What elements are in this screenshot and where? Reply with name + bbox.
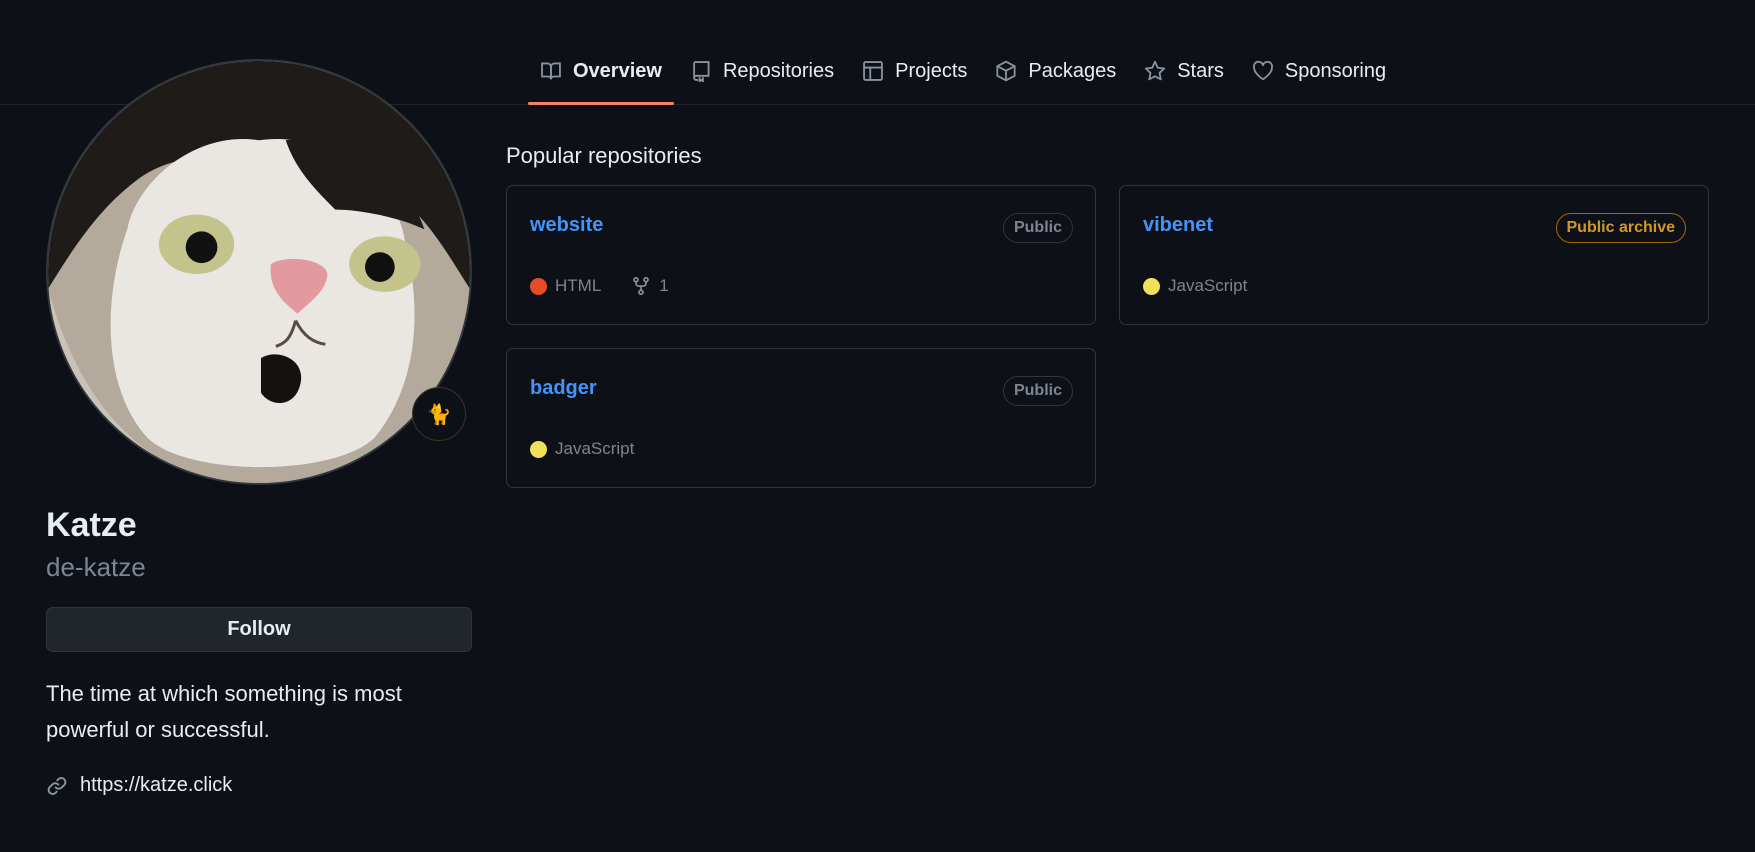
tab-label: Stars: [1177, 60, 1224, 82]
repo-meta: HTML 1: [530, 276, 669, 296]
repo-icon: [690, 60, 712, 82]
status-emoji-button[interactable]: 🐈: [412, 387, 466, 441]
table-icon: [862, 60, 884, 82]
repo-card: badger Public JavaScript: [506, 348, 1096, 488]
package-icon: [995, 60, 1017, 82]
language-color-dot: [1143, 277, 1160, 295]
repo-name-link[interactable]: website: [530, 214, 603, 237]
repo-card: vibenet Public archive JavaScript: [1119, 185, 1709, 325]
website-link[interactable]: https://katze.click: [80, 774, 232, 797]
heart-icon: [1252, 60, 1274, 82]
tab-repositories[interactable]: Repositories: [678, 52, 846, 105]
tab-stars[interactable]: Stars: [1132, 52, 1236, 105]
repo-language: HTML: [555, 276, 602, 295]
star-icon: [1144, 60, 1166, 82]
repo-card: website Public HTML 1: [506, 185, 1096, 325]
tab-label: Repositories: [722, 60, 835, 82]
visibility-badge: Public: [1002, 376, 1073, 406]
visibility-badge: Public: [1002, 213, 1073, 243]
tab-label: Projects: [895, 60, 968, 82]
visibility-badge: Public archive: [1555, 213, 1686, 243]
profile-tabs: Overview Repositories Projects Packages: [528, 52, 1402, 105]
language-color-dot: [530, 440, 547, 458]
tab-sponsoring[interactable]: Sponsoring: [1240, 52, 1398, 105]
profile-name: Katze: [46, 506, 137, 544]
forks-link[interactable]: 1: [631, 276, 669, 296]
repo-meta: JavaScript: [530, 439, 634, 459]
avatar-image: [48, 61, 470, 483]
profile-website: https://katze.click: [46, 774, 232, 797]
repo-name-link[interactable]: vibenet: [1143, 214, 1213, 237]
repo-language: JavaScript: [1168, 276, 1248, 295]
fork-icon: [633, 276, 650, 296]
tab-label: Packages: [1028, 60, 1117, 82]
avatar[interactable]: [46, 59, 472, 485]
repo-meta: JavaScript: [1143, 276, 1247, 296]
tab-label: Sponsoring: [1284, 60, 1387, 82]
tab-overview[interactable]: Overview: [528, 52, 674, 105]
link-icon: [46, 775, 68, 797]
repo-language: JavaScript: [555, 439, 635, 458]
cat-icon: 🐈: [426, 403, 452, 426]
tab-projects[interactable]: Projects: [850, 52, 979, 105]
fork-count: 1: [659, 276, 669, 295]
profile-page: Overview Repositories Projects Packages: [0, 0, 1755, 852]
avatar-container: 🐈: [46, 59, 472, 485]
book-icon: [540, 60, 562, 82]
repo-name-link[interactable]: badger: [530, 377, 597, 400]
language-color-dot: [530, 277, 547, 295]
profile-login: de-katze: [46, 552, 146, 582]
popular-repositories-heading: Popular repositories: [506, 143, 702, 168]
tab-packages[interactable]: Packages: [983, 52, 1128, 105]
tab-label: Overview: [573, 60, 662, 82]
profile-bio: The time at which something is most powe…: [46, 681, 402, 742]
follow-button[interactable]: Follow: [46, 607, 472, 652]
